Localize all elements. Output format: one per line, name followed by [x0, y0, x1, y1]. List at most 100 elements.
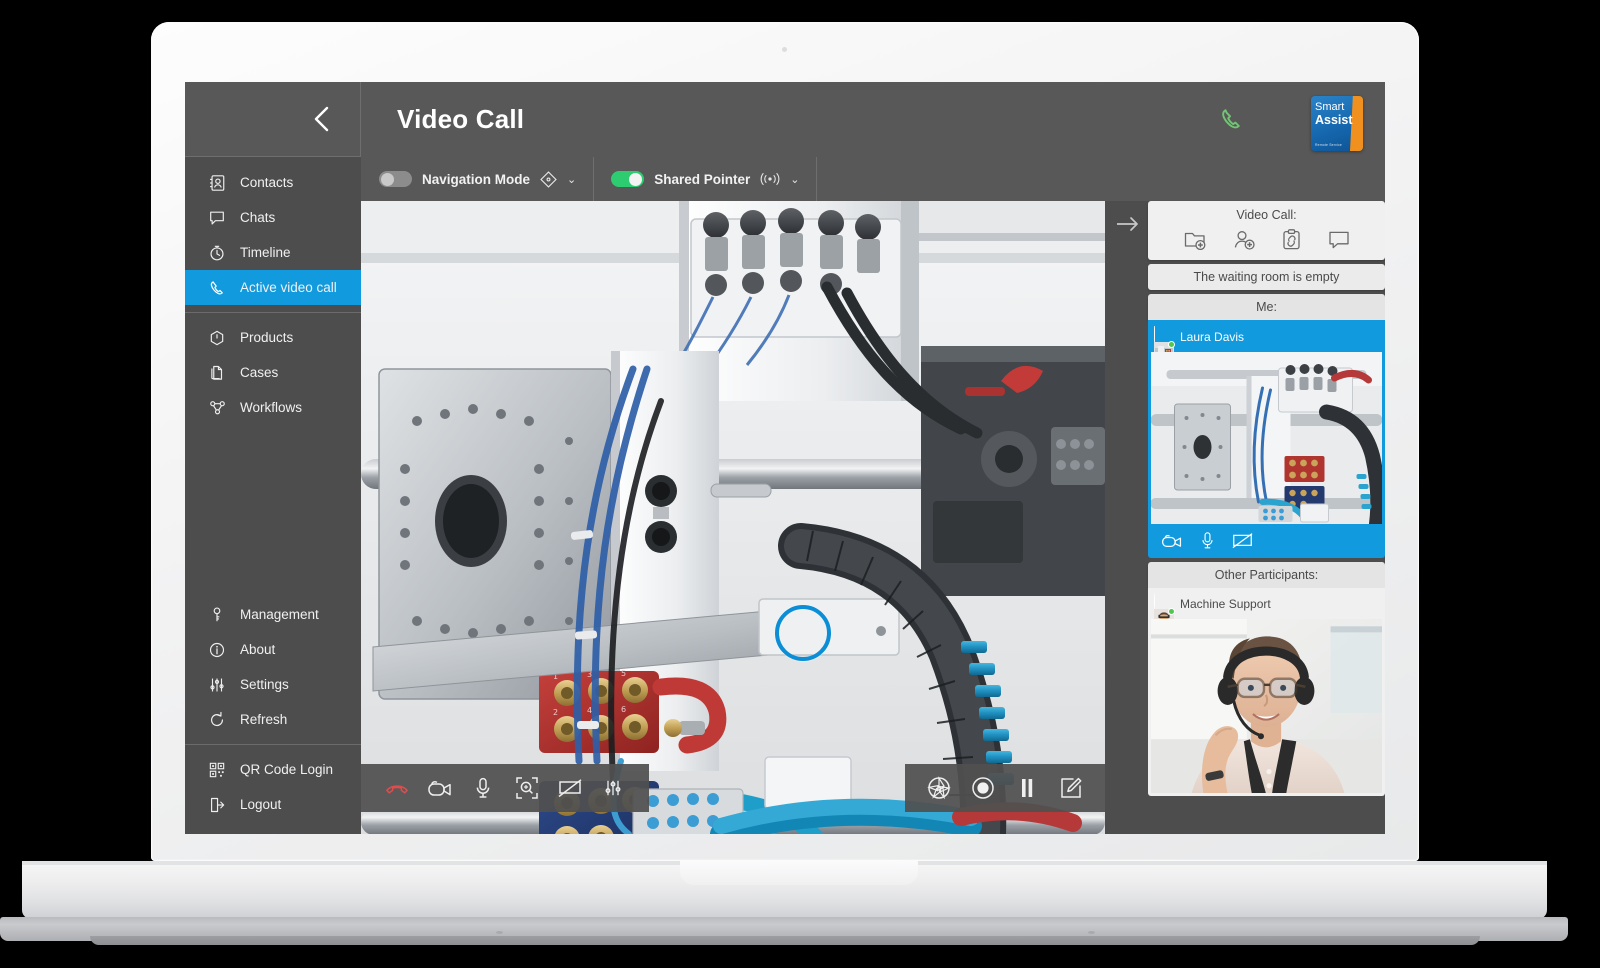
sidebar-nav: Contacts Chats Timeline Active video cal…: [185, 157, 361, 834]
screen-share-button[interactable]: [555, 773, 585, 803]
sidebar-item-management[interactable]: Management: [185, 597, 361, 632]
sidebar-item-label: Management: [240, 607, 319, 622]
svg-text:6: 6: [621, 705, 626, 714]
sidebar-divider: [185, 744, 361, 745]
sliders-icon: [207, 675, 227, 695]
add-folder-button[interactable]: [1184, 230, 1206, 250]
sidebar-item-label: Workflows: [240, 400, 303, 415]
sidebar-item-active-video-call[interactable]: Active video call: [185, 270, 361, 305]
chevron-down-icon[interactable]: ⌄: [567, 173, 576, 186]
documents-icon: [207, 363, 227, 383]
end-call-button[interactable]: [382, 773, 412, 803]
presence-indicator: [1168, 608, 1175, 615]
other-participants-header: Other Participants:: [1148, 562, 1385, 588]
participant-video-tile[interactable]: Machine Support: [1148, 588, 1385, 796]
sidebar-item-chats[interactable]: Chats: [185, 200, 361, 235]
chevron-left-icon: [313, 105, 330, 133]
self-video-tile[interactable]: Laura Davis: [1148, 320, 1385, 558]
snapshot-button[interactable]: [924, 773, 954, 803]
sidebar-item-about[interactable]: About: [185, 632, 361, 667]
invite-participant-button[interactable]: [1233, 230, 1255, 250]
info-circle-icon: [207, 640, 227, 660]
camera-toggle-button[interactable]: [425, 773, 455, 803]
navigation-mode-toggle-group[interactable]: Navigation Mode ⌄: [361, 157, 595, 201]
video-settings-button[interactable]: [598, 773, 628, 803]
copy-invite-link-button[interactable]: [1282, 229, 1301, 250]
microphone-toggle-button[interactable]: [468, 773, 498, 803]
participant-video-stream: [1151, 619, 1382, 793]
video-call-actions-card: Video Call:: [1148, 201, 1385, 260]
logout-icon: [207, 795, 227, 815]
navigation-mode-label: Navigation Mode: [422, 171, 531, 187]
record-button[interactable]: [968, 773, 998, 803]
self-camera-button[interactable]: [1161, 533, 1183, 549]
open-chat-button[interactable]: [1328, 230, 1350, 250]
svg-text:5: 5: [621, 669, 626, 678]
sidebar-item-timeline[interactable]: Timeline: [185, 235, 361, 270]
sidebar-item-qr-code-login[interactable]: QR Code Login: [185, 752, 361, 787]
remote-machine-video: 135 246: [361, 201, 1105, 834]
sidebar-item-contacts[interactable]: Contacts: [185, 165, 361, 200]
smart-assist-logo[interactable]: Smart Assist Remote Service: [1311, 96, 1363, 151]
product-hex-icon: [207, 328, 227, 348]
qr-code-icon: [207, 760, 227, 780]
sidebar-item-label: Settings: [240, 677, 289, 692]
webcam-dot: [782, 47, 787, 52]
sidebar-item-label: Chats: [240, 210, 276, 225]
svg-text:4: 4: [587, 706, 592, 715]
sidebar-item-label: Cases: [240, 365, 279, 380]
laptop-mockup: Video Call Smart Assist Remote Service C…: [0, 0, 1600, 968]
sidebar-item-label: Refresh: [240, 712, 288, 727]
workflow-icon: [207, 398, 227, 418]
participant-name: Machine Support: [1180, 597, 1271, 611]
refresh-icon: [207, 710, 227, 730]
avatar: [1154, 593, 1175, 645]
self-video-preview: [1151, 352, 1382, 524]
clock-icon: [207, 243, 227, 263]
sidebar-item-label: QR Code Login: [240, 762, 334, 777]
svg-text:2: 2: [553, 708, 558, 717]
shared-pointer-switch[interactable]: [611, 171, 645, 187]
page-title: Video Call: [397, 104, 525, 134]
navigation-mode-switch[interactable]: [379, 171, 412, 187]
shared-pointer-ring: [775, 605, 831, 661]
sidebar-item-products[interactable]: Products: [185, 320, 361, 355]
sidebar-item-cases[interactable]: Cases: [185, 355, 361, 390]
chevron-down-icon[interactable]: ⌄: [790, 173, 799, 186]
call-controls-right: [905, 764, 1105, 812]
back-button[interactable]: [185, 82, 361, 157]
self-tile-controls: [1151, 524, 1382, 558]
arrow-right-icon: [1116, 215, 1140, 233]
video-stage[interactable]: 135 246: [361, 201, 1105, 834]
trackpad-notch: [680, 861, 918, 885]
contacts-icon: [207, 173, 227, 193]
self-participant-name: Laura Davis: [1180, 330, 1245, 344]
sidebar-item-label: Logout: [240, 797, 282, 812]
chat-bubble-icon: [207, 208, 227, 228]
shared-pointer-toggle-group[interactable]: Shared Pointer ⌄: [594, 157, 818, 201]
presence-indicator: [1168, 341, 1175, 348]
navigation-diamond-icon: [540, 170, 557, 188]
sidebar-item-refresh[interactable]: Refresh: [185, 702, 361, 737]
pause-button[interactable]: [1012, 773, 1042, 803]
self-screen-share-button[interactable]: [1232, 532, 1253, 549]
call-controls-left: [361, 764, 649, 812]
sidebar-item-workflows[interactable]: Workflows: [185, 390, 361, 425]
collapse-panel-button[interactable]: [1114, 210, 1142, 238]
logo-line-2: Assist: [1315, 112, 1353, 127]
sidebar-item-label: Contacts: [240, 175, 294, 190]
me-section-header: Me:: [1148, 294, 1385, 320]
sidebar-item-logout[interactable]: Logout: [185, 787, 361, 822]
sidebar-item-settings[interactable]: Settings: [185, 667, 361, 702]
zoom-button[interactable]: [512, 773, 542, 803]
annotate-button[interactable]: [1056, 773, 1086, 803]
key-icon: [207, 605, 227, 625]
phone-active-icon[interactable]: [1219, 106, 1245, 132]
self-microphone-button[interactable]: [1201, 531, 1214, 550]
sidebar-item-label: About: [240, 642, 276, 657]
call-mode-toolbar: Navigation Mode ⌄ Shared Pointer ⌄: [361, 157, 1385, 201]
phone-handset-icon: [207, 278, 227, 298]
sidebar-bottom-group: Management About Settings Refresh QR Cod…: [185, 597, 361, 822]
pointer-waves-icon: [760, 171, 780, 187]
app-header: Video Call Smart Assist Remote Service: [185, 82, 1385, 157]
